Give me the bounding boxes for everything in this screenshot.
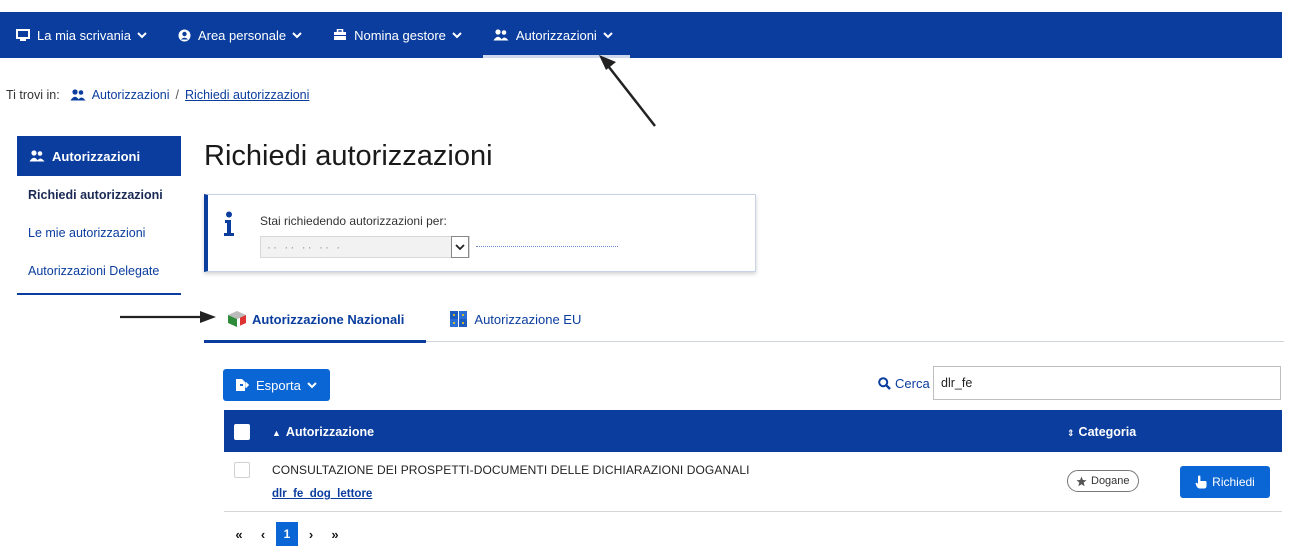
tab-nazionali[interactable]: Autorizzazione Nazionali <box>204 296 427 343</box>
row-checkbox[interactable] <box>234 462 250 478</box>
page-title: Richiedi autorizzazioni <box>204 140 493 172</box>
chevron-down-icon <box>603 31 613 38</box>
subject-link[interactable] <box>476 243 618 247</box>
chevron-down-icon <box>292 31 302 38</box>
nav-la-mia-scrivania[interactable]: La mia scrivania <box>4 12 166 58</box>
briefcase-icon <box>334 29 347 40</box>
column-header-autorizzazione[interactable]: ▲ Autorizzazione <box>272 425 374 439</box>
row-code-link[interactable]: dlr_fe_dog_lettore <box>272 488 372 500</box>
column-header-label: Categoria <box>1078 425 1137 439</box>
page-prev-button[interactable]: ‹ <box>252 522 274 546</box>
column-header-label: Autorizzazione <box>285 425 375 439</box>
nav-label: Nomina gestore <box>354 27 446 43</box>
info-icon <box>224 211 234 236</box>
sidebar-header-label: Autorizzazioni <box>52 148 141 164</box>
sidebar-header[interactable]: Autorizzazioni <box>17 136 181 176</box>
select-arrow[interactable] <box>451 236 469 258</box>
user-circle-icon <box>178 29 191 41</box>
page-last-button[interactable]: » <box>324 522 346 546</box>
sidebar-item-mie[interactable]: Le mie autorizzazioni <box>17 214 181 252</box>
search-label: Cerca <box>878 376 930 391</box>
eu-cubes-icon <box>450 311 468 327</box>
column-header-categoria[interactable]: ⇕ Categoria <box>1067 425 1136 439</box>
breadcrumb-parent[interactable]: Autorizzazioni <box>92 88 170 102</box>
sidebar-item-richiedi[interactable]: Richiedi autorizzazioni <box>17 176 181 214</box>
nav-nomina-gestore[interactable]: Nomina gestore <box>321 12 481 58</box>
search-icon <box>878 377 891 390</box>
row-title: CONSULTAZIONE DEI PROSPETTI-DOCUMENTI DE… <box>272 463 750 477</box>
annotation-arrow-up <box>599 55 656 127</box>
info-text: Stai richiedendo autorizzazioni per: <box>260 214 447 228</box>
export-label: Esporta <box>256 377 301 393</box>
italy-box-icon <box>228 311 246 327</box>
nav-label: La mia scrivania <box>37 27 131 43</box>
pagination: « ‹ 1 › » <box>228 522 348 546</box>
subject-select-value: ·· ·· ·· ·· · <box>267 240 343 254</box>
request-button[interactable]: Richiedi <box>1180 466 1270 498</box>
hand-pointer-icon <box>1195 475 1207 489</box>
page-next-button[interactable]: › <box>300 522 322 546</box>
request-button-label: Richiedi <box>1212 475 1255 489</box>
sidebar-divider <box>17 293 181 295</box>
info-box: Stai richiedendo autorizzazioni per: ·· … <box>204 194 756 272</box>
breadcrumb-prefix: Ti trovi in: <box>6 88 60 102</box>
breadcrumb-current[interactable]: Richiedi autorizzazioni <box>185 88 309 102</box>
breadcrumb-separator: / <box>175 88 180 102</box>
search-input[interactable] <box>933 366 1281 400</box>
tab-label: Autorizzazione Nazionali <box>252 311 405 327</box>
sidebar: Autorizzazioni Richiedi autorizzazioni L… <box>17 136 181 295</box>
breadcrumb: Ti trovi in: Autorizzazioni / Richiedi a… <box>6 88 309 102</box>
tab-label: Autorizzazione EU <box>474 311 582 327</box>
category-badge-label: Dogane <box>1091 475 1130 487</box>
export-icon <box>236 379 249 391</box>
nav-area-personale[interactable]: Area personale <box>166 12 321 58</box>
sort-up-icon: ▲ <box>272 428 281 438</box>
tabs: Autorizzazione Nazionali Autorizzazione … <box>204 296 1284 343</box>
nav-label: Autorizzazioni <box>515 27 597 43</box>
export-button[interactable]: Esporta <box>223 369 330 401</box>
category-badge: Dogane <box>1067 470 1139 492</box>
search-label-text: Cerca <box>895 376 930 391</box>
users-icon <box>493 29 509 41</box>
sort-icon: ⇕ <box>1067 428 1075 438</box>
desktop-icon <box>16 28 30 41</box>
tab-eu[interactable]: Autorizzazione EU <box>426 296 603 342</box>
table-header: ▲ Autorizzazione ⇕ Categoria <box>224 410 1282 452</box>
select-all-checkbox[interactable] <box>234 424 250 440</box>
page-current-button[interactable]: 1 <box>276 522 298 546</box>
chevron-down-icon <box>137 31 147 38</box>
nav-autorizzazioni[interactable]: Autorizzazioni <box>481 12 632 58</box>
sidebar-item-delegate[interactable]: Autorizzazioni Delegate <box>17 252 181 290</box>
star-icon <box>1076 476 1087 486</box>
subject-select[interactable]: ·· ·· ·· ·· · <box>260 236 470 258</box>
nav-label: Area personale <box>197 27 287 43</box>
chevron-down-icon <box>455 243 465 250</box>
chevron-down-icon <box>307 381 317 388</box>
table-row: CONSULTAZIONE DEI PROSPETTI-DOCUMENTI DE… <box>224 452 1282 512</box>
page-first-button[interactable]: « <box>228 522 250 546</box>
users-icon <box>29 150 45 162</box>
users-icon <box>70 89 86 101</box>
chevron-down-icon <box>452 31 462 38</box>
top-navbar: La mia scrivania Area personale Nomina g… <box>0 12 1282 58</box>
